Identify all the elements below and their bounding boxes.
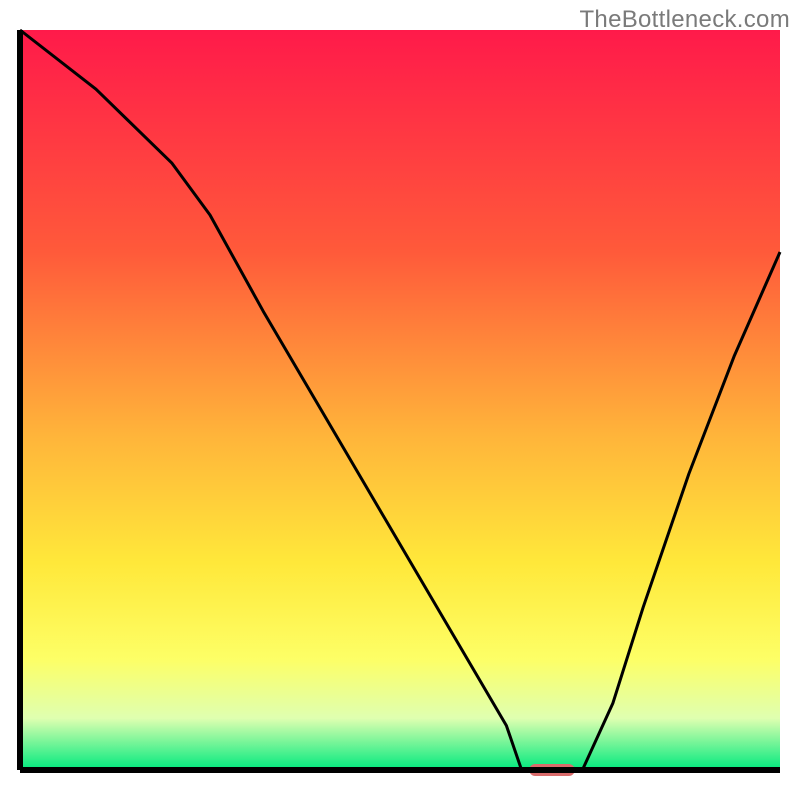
watermark: TheBottleneck.com [579,6,790,34]
bottleneck-chart [0,0,800,800]
chart-container: TheBottleneck.com [0,0,800,800]
